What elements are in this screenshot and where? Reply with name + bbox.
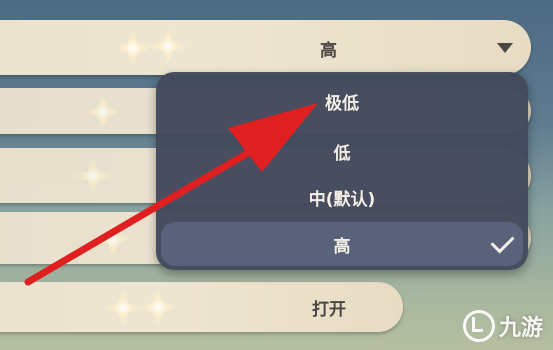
dropdown-option-high-selected[interactable]: 高 bbox=[161, 222, 523, 266]
sparkle-decoration bbox=[80, 89, 126, 135]
chevron-down-icon[interactable] bbox=[497, 43, 513, 53]
jiuyou-logo-icon bbox=[462, 310, 495, 342]
option-label: 低 bbox=[333, 143, 351, 164]
toggle-setting-row[interactable]: 打开 bbox=[0, 282, 403, 332]
checkmark-icon bbox=[490, 229, 515, 254]
graphics-setting-row[interactable]: 高 bbox=[0, 20, 531, 75]
sparkle-decoration bbox=[145, 23, 191, 69]
dropdown-option-very-low[interactable]: 极低 bbox=[156, 80, 528, 122]
toggle-value: 打开 bbox=[312, 300, 346, 320]
sparkle-decoration bbox=[70, 153, 116, 199]
dropdown-option-low[interactable]: 低 bbox=[156, 130, 528, 172]
option-label: 高 bbox=[333, 236, 351, 257]
watermark: 九游 bbox=[462, 310, 543, 342]
option-label: 中(默认) bbox=[308, 189, 376, 210]
sparkle-decoration bbox=[110, 25, 156, 71]
option-label: 极低 bbox=[325, 93, 359, 114]
watermark-text: 九游 bbox=[498, 316, 543, 341]
setting-current-value: 高 bbox=[320, 41, 337, 61]
quality-dropdown-menu: 极低 低 中(默认) 高 bbox=[156, 72, 528, 270]
sparkle-decoration bbox=[135, 284, 181, 330]
dropdown-option-medium-default[interactable]: 中(默认) bbox=[156, 176, 528, 218]
sparkle-decoration bbox=[90, 216, 136, 262]
